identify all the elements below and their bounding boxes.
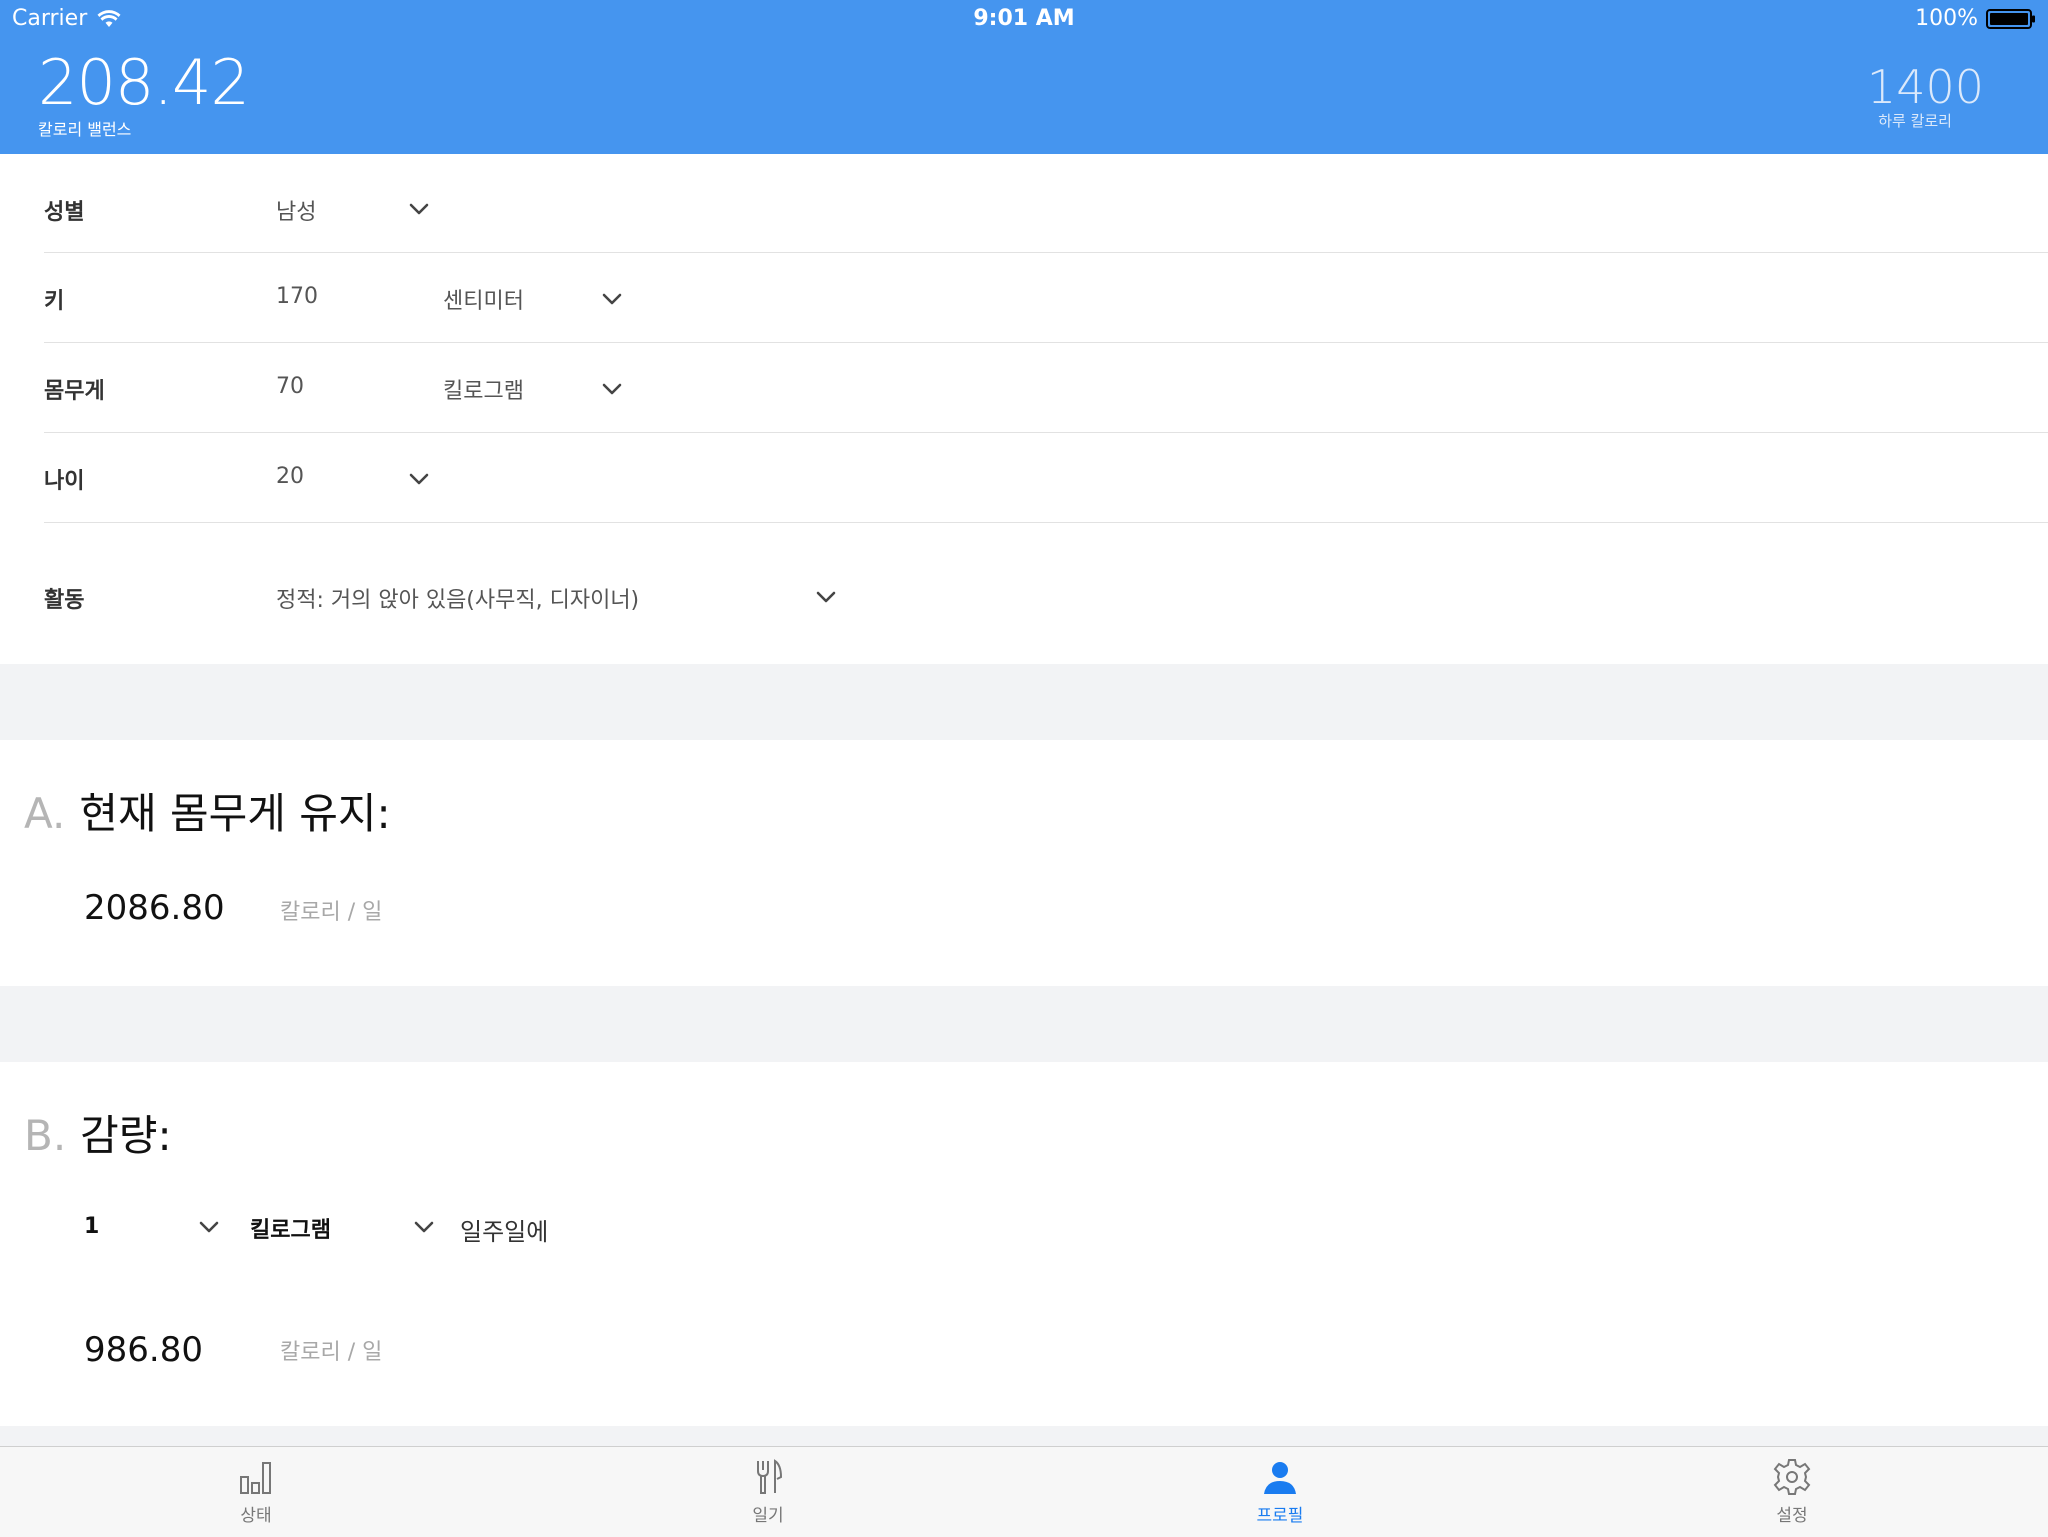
height-input[interactable]: 170 <box>276 284 318 309</box>
maintain-weight-card: A. 현재 몸무게 유지: 2086.80 칼로리 / 일 <box>0 740 2048 986</box>
status-battery: 100% <box>1915 6 2036 31</box>
person-icon <box>1260 1457 1300 1497</box>
calorie-balance-value: 208.42 <box>38 46 250 119</box>
gender-row: 성별 남성 <box>44 154 2048 253</box>
weight-row: 몸무게 70 킬로그램 <box>44 342 2048 433</box>
chevron-down-icon[interactable] <box>408 202 430 216</box>
weight-loss-title: B. 감량: <box>24 1102 172 1163</box>
weight-label: 몸무게 <box>44 379 105 404</box>
weight-loss-card: B. 감량: 1 킬로그램 일주일에 986.80 칼로리 / 일 <box>0 1062 2048 1426</box>
section-letter: A. <box>24 789 66 838</box>
height-label: 키 <box>44 289 65 314</box>
loss-calories-value: 986.80 <box>84 1330 203 1370</box>
section-title-text: 감량: <box>80 1111 172 1160</box>
section-title-text: 현재 몸무게 유지: <box>79 789 391 838</box>
fork-knife-icon <box>748 1457 788 1497</box>
tab-label: 프로필 <box>1256 1506 1304 1526</box>
tab-label: 설정 <box>1776 1506 1808 1526</box>
activity-row: 활동 정적: 거의 앉아 있음(사무직, 디자이너) <box>44 522 2048 664</box>
loss-amount-select[interactable]: 1 <box>84 1214 99 1239</box>
age-select[interactable]: 20 <box>276 464 304 489</box>
tab-label: 상태 <box>240 1506 272 1526</box>
chevron-down-icon[interactable] <box>413 1220 435 1234</box>
chevron-down-icon[interactable] <box>601 382 623 396</box>
gender-label: 성별 <box>44 200 85 225</box>
calorie-balance-label: 칼로리 밸런스 <box>38 120 132 139</box>
maintain-calories-unit: 칼로리 / 일 <box>280 900 383 925</box>
chevron-down-icon[interactable] <box>601 292 623 306</box>
tab-profile[interactable]: 프로필 <box>1220 1457 1340 1526</box>
maintain-weight-title: A. 현재 몸무게 유지: <box>24 780 391 841</box>
gear-icon <box>1772 1457 1812 1497</box>
section-letter: B. <box>24 1111 67 1160</box>
loss-unit-select[interactable]: 킬로그램 <box>250 1212 331 1244</box>
daily-calorie-value: 1400 <box>1866 60 1984 114</box>
header-bar: Carrier 9:01 AM 100% 208.42 칼로리 밸런스 1400… <box>0 0 2048 154</box>
tab-diary[interactable]: 일기 <box>708 1457 828 1526</box>
gender-select[interactable]: 남성 <box>276 194 316 226</box>
age-row: 나이 20 <box>44 432 2048 523</box>
activity-label: 활동 <box>44 588 85 613</box>
chevron-down-icon[interactable] <box>815 590 837 604</box>
battery-percent: 100% <box>1915 6 1978 31</box>
loss-calories-unit: 칼로리 / 일 <box>280 1340 383 1365</box>
chevron-down-icon[interactable] <box>408 472 430 486</box>
tab-status[interactable]: 상태 <box>196 1457 316 1526</box>
height-unit-select[interactable]: 센티미터 <box>443 283 524 315</box>
age-label: 나이 <box>44 469 85 494</box>
loss-period-label: 일주일에 <box>460 1218 549 1246</box>
profile-form: 성별 남성 키 170 센티미터 몸무게 70 킬로그램 나이 20 활동 정적… <box>0 154 2048 664</box>
tab-label: 일기 <box>752 1506 784 1526</box>
maintain-calories-value: 2086.80 <box>84 888 225 928</box>
daily-calorie-label: 하루 칼로리 <box>1878 112 1952 130</box>
status-time: 9:01 AM <box>973 6 1075 31</box>
height-row: 키 170 센티미터 <box>44 252 2048 343</box>
tab-bar: 상태 일기 프로필 설정 <box>0 1446 2048 1537</box>
battery-icon <box>1986 8 2036 30</box>
chevron-down-icon[interactable] <box>198 1220 220 1234</box>
activity-select[interactable]: 정적: 거의 앉아 있음(사무직, 디자이너) <box>276 582 639 614</box>
bar-chart-icon <box>236 1457 276 1497</box>
tab-settings[interactable]: 설정 <box>1732 1457 1852 1526</box>
weight-unit-select[interactable]: 킬로그램 <box>443 373 524 405</box>
weight-input[interactable]: 70 <box>276 374 304 399</box>
